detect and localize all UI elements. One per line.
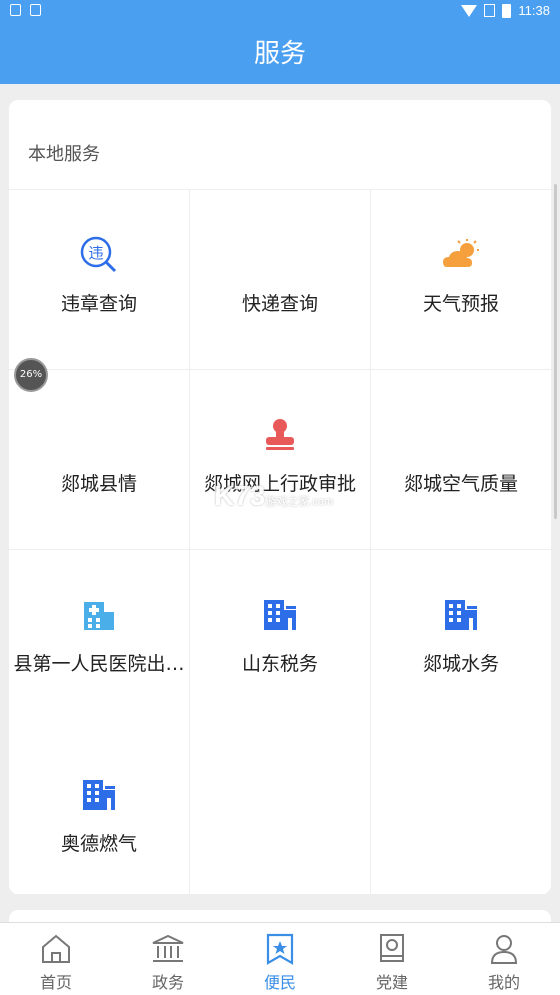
- tab-home[interactable]: 首页: [0, 923, 112, 995]
- tab-label: 党建: [375, 973, 408, 992]
- progress-text: 26%: [19, 369, 43, 380]
- tab-convenience[interactable]: 便民: [224, 923, 336, 995]
- service-item-weather[interactable]: 天气预报: [371, 189, 551, 369]
- tab-label: 政务: [151, 973, 184, 992]
- weather-icon: [441, 235, 481, 275]
- service-item-county-info[interactable]: 郯城县情: [9, 369, 189, 549]
- home-icon: [39, 933, 73, 965]
- system-indicators: 11:38: [461, 3, 550, 18]
- next-section-card: [9, 910, 551, 922]
- service-label: 山东税务: [241, 653, 318, 675]
- air-quality-icon: [441, 415, 481, 455]
- clock: 11:38: [518, 3, 550, 18]
- violation-search-icon: 违: [79, 235, 119, 275]
- watermark-sub: 游戏之家: [265, 496, 310, 508]
- bottom-tab-bar: 首页 政务 便民 党建 我的: [0, 922, 560, 995]
- tab-mine[interactable]: 我的: [448, 923, 560, 995]
- notification-icon: [30, 4, 41, 16]
- service-label: 县第一人民医院出…: [13, 653, 185, 675]
- service-item-violation[interactable]: 违 违章查询: [9, 189, 189, 369]
- notification-icon: [10, 4, 21, 16]
- service-item-air-quality[interactable]: 郯城空气质量: [371, 369, 551, 549]
- tab-label: 我的: [487, 973, 520, 992]
- service-label: 天气预报: [422, 293, 499, 315]
- page-title: 服务: [253, 39, 306, 69]
- building-icon: [260, 595, 300, 635]
- service-label: 郯城县情: [60, 473, 137, 495]
- service-item-express[interactable]: 快递查询: [190, 189, 370, 369]
- sim-icon: [484, 4, 496, 17]
- service-label: 快递查询: [241, 293, 318, 315]
- notification-icons: [10, 4, 41, 16]
- service-item-gas[interactable]: 奥德燃气: [9, 729, 189, 909]
- building-icon: [79, 775, 119, 815]
- user-icon: [487, 933, 521, 965]
- party-book-icon: [375, 933, 409, 965]
- tab-party[interactable]: 党建: [336, 923, 448, 995]
- service-item-water[interactable]: 郯城水务: [371, 549, 551, 729]
- status-bar: 11:38: [0, 0, 560, 24]
- watermark-domain: .com: [309, 496, 334, 508]
- tab-label: 首页: [39, 973, 72, 992]
- battery-icon: [502, 3, 512, 18]
- service-item-tax[interactable]: 山东税务: [190, 549, 370, 729]
- stamp-icon: [260, 415, 300, 455]
- government-icon: [151, 933, 185, 965]
- floating-progress-badge[interactable]: 26%: [14, 358, 48, 392]
- section-title: 本地服务: [28, 144, 100, 165]
- express-icon: [260, 235, 300, 275]
- service-label: 郯城水务: [422, 653, 499, 675]
- watermark-logo: K73游戏之家.com: [214, 480, 333, 512]
- building-icon: [441, 595, 481, 635]
- service-item-hospital[interactable]: 县第一人民医院出…: [9, 549, 189, 729]
- hospital-icon: [79, 595, 119, 635]
- service-label: 郯城空气质量: [403, 473, 518, 495]
- watermark-text: K73: [214, 480, 266, 511]
- county-info-icon: [79, 415, 119, 455]
- service-label: 奥德燃气: [60, 833, 137, 855]
- scrollbar[interactable]: [554, 184, 557, 519]
- tab-government[interactable]: 政务: [112, 923, 224, 995]
- bookmark-star-icon: [263, 933, 297, 965]
- tab-label: 便民: [263, 973, 296, 992]
- svg-text:违: 违: [88, 244, 103, 262]
- wifi-icon: [461, 4, 478, 17]
- page-header: 服务: [0, 24, 560, 84]
- service-item-online-approval[interactable]: 郯城网上行政审批: [190, 369, 370, 549]
- service-label: 违章查询: [60, 293, 137, 315]
